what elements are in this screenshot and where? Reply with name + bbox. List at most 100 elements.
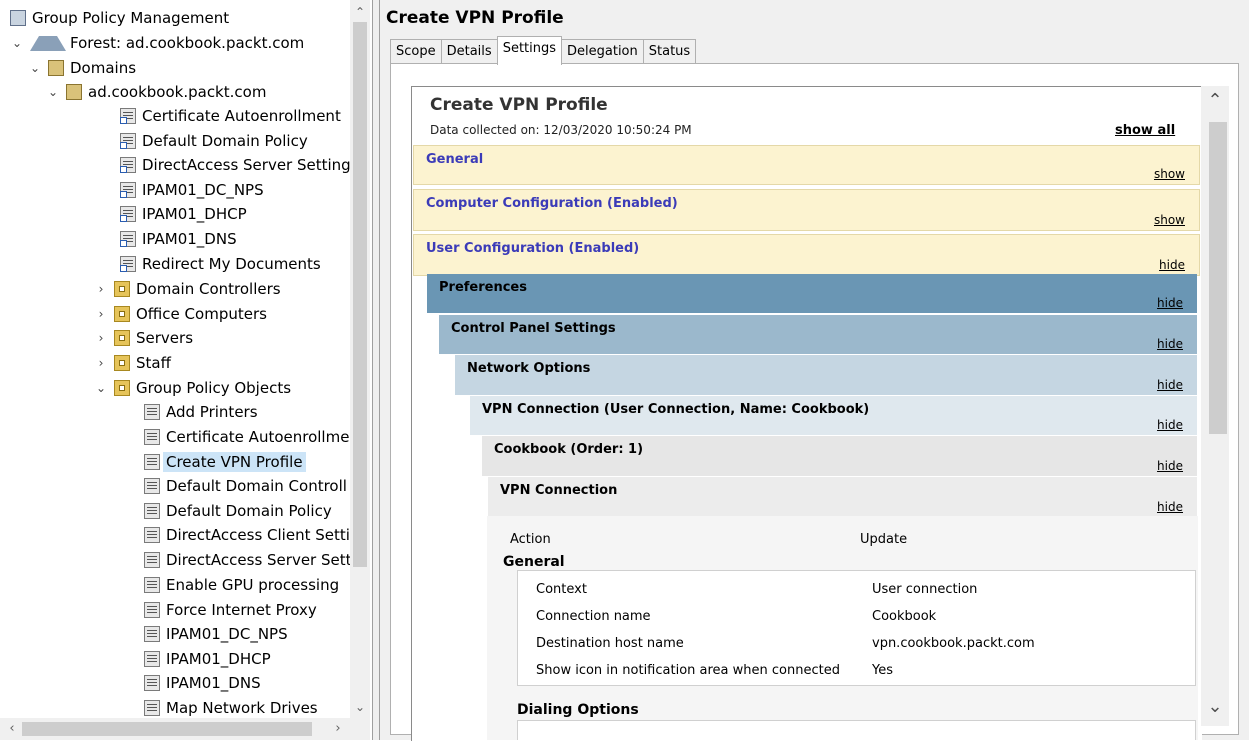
tree-linked-gpo[interactable]: Redirect My Documents: [120, 252, 321, 276]
tree-gpo-container[interactable]: ⌄ Group Policy Objects: [94, 376, 291, 400]
gpo-icon: [144, 552, 160, 568]
tree-gpo[interactable]: Force Internet Proxy: [144, 598, 317, 622]
dialing-options-subheader: Dialing Options: [517, 702, 639, 718]
tree-gpo[interactable]: Map Network Drives: [144, 696, 318, 720]
domain-icon: [66, 84, 82, 100]
tab-status[interactable]: Status: [642, 39, 697, 64]
tab-settings[interactable]: Settings: [496, 36, 563, 65]
section-toggle-link[interactable]: hide: [1157, 296, 1183, 310]
section-toggle-link[interactable]: show: [1154, 167, 1185, 181]
tree-gpo[interactable]: DirectAccess Client Setti: [144, 523, 350, 547]
tree-ou[interactable]: › Domain Controllers: [94, 277, 281, 301]
report-title: Create VPN Profile: [430, 95, 608, 115]
gpo-icon: [144, 675, 160, 691]
tree-gpo[interactable]: Default Domain Policy: [144, 499, 332, 523]
general-value: Yes: [872, 663, 893, 678]
section-toggle-link[interactable]: hide: [1159, 258, 1185, 272]
chevron-down-icon[interactable]: ⌄: [46, 85, 60, 99]
tree-linked-gpo[interactable]: Default Domain Policy: [120, 129, 308, 153]
pane-splitter[interactable]: [372, 0, 380, 740]
tree-gpo[interactable]: IPAM01_DC_NPS: [144, 622, 288, 646]
chevron-right-icon[interactable]: ›: [94, 282, 108, 296]
ou-icon: [114, 281, 130, 297]
section-vpn-connection: VPN Connection hide: [488, 477, 1197, 518]
tree-domain[interactable]: ⌄ ad.cookbook.packt.com: [46, 80, 266, 104]
gpo-icon: [144, 700, 160, 716]
tree-linked-gpo[interactable]: DirectAccess Server Settings: [120, 153, 359, 177]
general-value: Cookbook: [872, 609, 937, 624]
section-toggle-link[interactable]: hide: [1157, 378, 1183, 392]
gpo-icon: [144, 404, 160, 420]
section-toggle-link[interactable]: hide: [1157, 337, 1183, 351]
tree-root[interactable]: Group Policy Management: [10, 6, 229, 30]
forest-icon: [30, 35, 66, 51]
general-key: Context: [536, 582, 587, 597]
section-toggle-link[interactable]: show: [1154, 213, 1185, 227]
tree-linked-gpo[interactable]: IPAM01_DHCP: [120, 202, 247, 226]
chevron-down-icon[interactable]: ⌄: [10, 36, 24, 50]
tree-linked-gpo[interactable]: IPAM01_DC_NPS: [120, 178, 264, 202]
tab-scope[interactable]: Scope: [390, 39, 442, 64]
tree-ou[interactable]: › Staff: [94, 351, 171, 375]
general-value: vpn.cookbook.packt.com: [872, 636, 1035, 651]
gpo-icon: [144, 503, 160, 519]
tab-details[interactable]: Details: [440, 39, 498, 64]
gpo-link-icon: [120, 231, 136, 247]
dialing-table: [517, 720, 1196, 740]
general-value: User connection: [872, 582, 978, 597]
chevron-down-icon[interactable]: ⌄: [28, 61, 42, 75]
gpo-icon: [144, 602, 160, 618]
tree-gpo[interactable]: DirectAccess Server Setti: [144, 548, 356, 572]
tree-gpo[interactable]: IPAM01_DHCP: [144, 647, 271, 671]
gpo-icon: [144, 577, 160, 593]
tree-vertical-scrollbar[interactable]: ⌃ ⌄: [350, 0, 370, 718]
tree-ou[interactable]: › Office Computers: [94, 302, 267, 326]
scroll-left-icon[interactable]: ‹: [2, 718, 22, 740]
domains-icon: [48, 60, 64, 76]
action-label: Action: [510, 532, 551, 547]
tree-gpo[interactable]: IPAM01_DNS: [144, 671, 261, 695]
gpo-icon: [144, 626, 160, 642]
scroll-thumb[interactable]: [22, 722, 312, 736]
chevron-right-icon[interactable]: ›: [94, 331, 108, 345]
tree-gpo[interactable]: Certificate Autoenrollme: [144, 425, 349, 449]
general-key: Destination host name: [536, 636, 684, 651]
tree-linked-gpo[interactable]: Certificate Autoenrollment: [120, 104, 341, 128]
section-cookbook-order: Cookbook (Order: 1) hide: [482, 436, 1197, 477]
tree-domains[interactable]: ⌄ Domains: [28, 56, 136, 80]
gpo-title: Create VPN Profile: [386, 8, 564, 28]
chevron-down-icon[interactable]: ⌄: [94, 381, 108, 395]
scroll-up-icon[interactable]: ⌃: [350, 2, 370, 22]
chevron-right-icon[interactable]: ›: [94, 307, 108, 321]
tree-horizontal-scrollbar[interactable]: ‹ ›: [0, 718, 350, 740]
tree-linked-gpo[interactable]: IPAM01_DNS: [120, 227, 237, 251]
gpo-link-icon: [120, 182, 136, 198]
scroll-down-icon[interactable]: ⌄: [1201, 696, 1229, 717]
section-toggle-link[interactable]: hide: [1157, 459, 1183, 473]
gpo-container-icon: [114, 380, 130, 396]
tree-gpo-selected[interactable]: Create VPN Profile: [144, 450, 306, 474]
scroll-thumb[interactable]: [1209, 122, 1227, 434]
gpo-link-icon: [120, 108, 136, 124]
show-all-link[interactable]: show all: [1115, 123, 1175, 138]
section-toggle-link[interactable]: hide: [1157, 500, 1183, 514]
general-key: Connection name: [536, 609, 651, 624]
scroll-thumb[interactable]: [353, 22, 367, 567]
scroll-up-icon[interactable]: ⌃: [1201, 90, 1229, 111]
general-key: Show icon in notification area when conn…: [536, 663, 840, 678]
tree-gpo[interactable]: Default Domain Controll: [144, 474, 347, 498]
tree-gpo[interactable]: Add Printers: [144, 400, 258, 424]
scroll-right-icon[interactable]: ›: [328, 718, 348, 740]
gpo-icon: [144, 527, 160, 543]
gpo-link-icon: [120, 157, 136, 173]
report-vertical-scrollbar[interactable]: ⌃ ⌄: [1201, 86, 1229, 726]
tab-delegation[interactable]: Delegation: [561, 39, 644, 64]
section-vpn-connection-user: VPN Connection (User Connection, Name: C…: [470, 396, 1197, 436]
section-toggle-link[interactable]: hide: [1157, 418, 1183, 432]
tree-forest[interactable]: ⌄ Forest: ad.cookbook.packt.com: [10, 31, 304, 55]
gpo-link-icon: [120, 133, 136, 149]
chevron-right-icon[interactable]: ›: [94, 356, 108, 370]
tree-ou[interactable]: › Servers: [94, 326, 193, 350]
scroll-down-icon[interactable]: ⌄: [350, 697, 370, 717]
tree-gpo[interactable]: Enable GPU processing: [144, 573, 339, 597]
